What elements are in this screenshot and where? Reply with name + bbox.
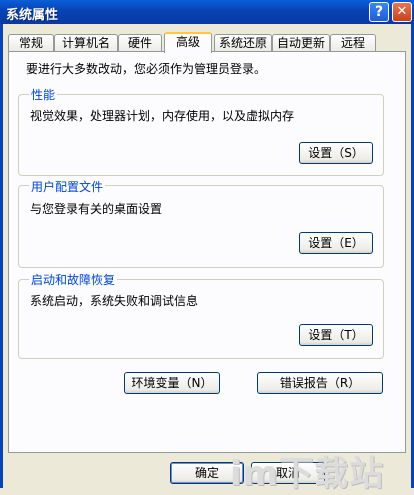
admin-notice: 要进行大多数改动，您必须作为管理员登录。 — [26, 62, 267, 76]
performance-desc: 视觉效果，处理器计划，内存使用，以及虚拟内存 — [30, 109, 295, 123]
startup-recovery-group — [18, 279, 384, 359]
startup-recovery-group-title: 启动和故障恢复 — [29, 271, 118, 288]
help-icon: ? — [374, 4, 384, 20]
tab-hardware[interactable]: 硬件 — [118, 34, 162, 51]
tab-automatic-updates[interactable]: 自动更新 — [272, 34, 330, 51]
tab-computer-name[interactable]: 计算机名 — [54, 34, 118, 51]
help-button[interactable]: ? — [369, 2, 389, 22]
title-bar[interactable]: 系统属性 ? ✕ — [0, 0, 414, 24]
window-title: 系统属性 — [6, 8, 59, 23]
window-frame-left — [0, 24, 3, 488]
tab-general[interactable]: 常规 — [8, 34, 54, 51]
close-icon: ✕ — [396, 4, 408, 19]
tab-advanced[interactable]: 高级 — [164, 32, 212, 53]
tab-remote[interactable]: 远程 — [330, 34, 376, 51]
user-profiles-group-title: 用户配置文件 — [29, 178, 106, 195]
close-button[interactable]: ✕ — [392, 2, 412, 22]
environment-variables-button[interactable]: 环境变量（N） — [124, 372, 220, 394]
user-profiles-desc: 与您登录有关的桌面设置 — [30, 202, 163, 216]
user-profiles-group — [18, 185, 384, 268]
startup-recovery-desc: 系统启动，系统失败和调试信息 — [30, 294, 199, 308]
startup-recovery-settings-button[interactable]: 设置（T） — [299, 324, 373, 346]
performance-group-title: 性能 — [29, 86, 58, 103]
error-reporting-button[interactable]: 错误报告（R） — [257, 372, 383, 394]
user-profiles-settings-button[interactable]: 设置（E） — [299, 232, 373, 254]
tab-system-restore[interactable]: 系统还原 — [214, 34, 272, 51]
performance-settings-button[interactable]: 设置（S） — [299, 142, 373, 164]
